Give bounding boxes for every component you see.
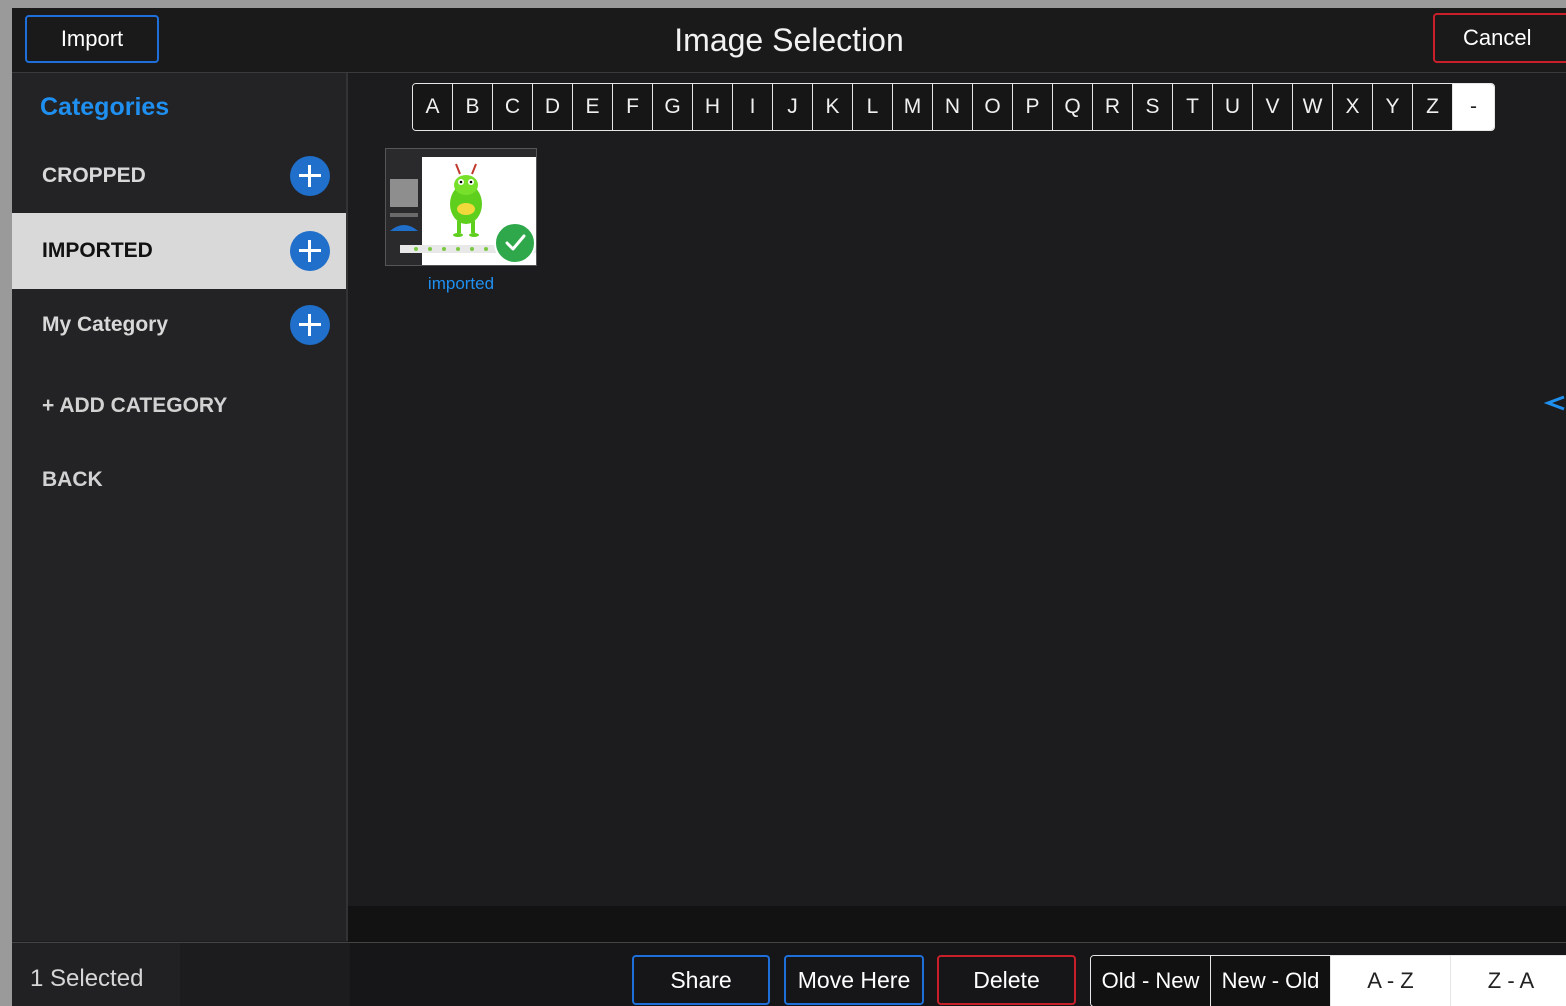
add-to-category-icon[interactable]	[290, 305, 330, 345]
move-here-button[interactable]: Move Here	[784, 955, 924, 1005]
alphabet-key[interactable]: H	[693, 84, 733, 130]
alphabet-key[interactable]: Z	[1413, 84, 1453, 130]
category-sidebar: Categories CROPPED IMPORTED My Category …	[12, 73, 348, 941]
page-title: Image Selection	[674, 22, 904, 58]
alphabet-key[interactable]: -	[1453, 84, 1494, 130]
alphabet-key[interactable]: W	[1293, 84, 1333, 130]
alphabet-key[interactable]: F	[613, 84, 653, 130]
alphabet-key[interactable]: E	[573, 84, 613, 130]
alphabet-key[interactable]: A	[413, 84, 453, 130]
alphabet-key[interactable]: X	[1333, 84, 1373, 130]
alphabet-key[interactable]: K	[813, 84, 853, 130]
sort-old-new-button[interactable]: Old - New	[1091, 956, 1211, 1006]
alphabet-key[interactable]: I	[733, 84, 773, 130]
alphabet-key[interactable]: N	[933, 84, 973, 130]
content-bottom-strip	[348, 906, 1566, 942]
add-category-button[interactable]: + ADD CATEGORY	[42, 394, 227, 418]
image-label: imported	[427, 274, 495, 293]
import-button[interactable]: Import	[25, 15, 159, 63]
sort-z-a-button[interactable]: Z - A	[1451, 956, 1566, 1006]
alphabet-key[interactable]: T	[1173, 84, 1213, 130]
back-button[interactable]: BACK	[42, 468, 103, 492]
alphabet-key[interactable]: D	[533, 84, 573, 130]
alphabet-key[interactable]: C	[493, 84, 533, 130]
bottom-toolbar: 1 Selected Share Move Here Delete Old - …	[12, 942, 1566, 1006]
add-to-category-icon[interactable]	[290, 156, 330, 196]
cancel-button[interactable]: Cancel	[1433, 13, 1566, 63]
categories-heading: Categories	[40, 93, 170, 121]
alphabet-key[interactable]: O	[973, 84, 1013, 130]
sort-a-z-button[interactable]: A - Z	[1331, 956, 1451, 1006]
alphabet-key[interactable]: B	[453, 84, 493, 130]
alphabet-key[interactable]: R	[1093, 84, 1133, 130]
selected-check-icon	[494, 222, 536, 264]
alphabet-filter-bar: ABCDEFGHIJKLMNOPQRSTUVWXYZ-	[412, 83, 1495, 131]
category-item-imported[interactable]: IMPORTED	[12, 213, 346, 289]
category-item-cropped[interactable]: CROPPED	[12, 138, 346, 214]
add-to-category-icon[interactable]	[290, 231, 330, 271]
alphabet-key[interactable]: U	[1213, 84, 1253, 130]
sort-new-old-button[interactable]: New - Old	[1211, 956, 1331, 1006]
alphabet-key[interactable]: J	[773, 84, 813, 130]
category-item-my-category[interactable]: My Category	[12, 287, 346, 363]
selection-count: 1 Selected	[12, 943, 180, 1006]
alphabet-key[interactable]: Q	[1053, 84, 1093, 130]
alphabet-key[interactable]: S	[1133, 84, 1173, 130]
alphabet-key[interactable]: L	[853, 84, 893, 130]
alphabet-key[interactable]: G	[653, 84, 693, 130]
category-label: IMPORTED	[42, 239, 153, 262]
alphabet-key[interactable]: M	[893, 84, 933, 130]
alphabet-key[interactable]: P	[1013, 84, 1053, 130]
sort-order-group: Old - New New - Old A - Z Z - A	[1090, 955, 1566, 1006]
delete-button[interactable]: Delete	[937, 955, 1076, 1005]
share-button[interactable]: Share	[632, 955, 770, 1005]
category-label: CROPPED	[42, 164, 146, 187]
image-selection-window: Import Image Selection Cancel Categories…	[12, 8, 1566, 1006]
footer-spacer	[180, 943, 350, 1006]
alphabet-key[interactable]: Y	[1373, 84, 1413, 130]
header-bar: Import Image Selection Cancel	[12, 8, 1566, 73]
category-label: My Category	[42, 313, 169, 336]
left-chevron-icon[interactable]	[1544, 392, 1566, 414]
alphabet-key[interactable]: V	[1253, 84, 1293, 130]
